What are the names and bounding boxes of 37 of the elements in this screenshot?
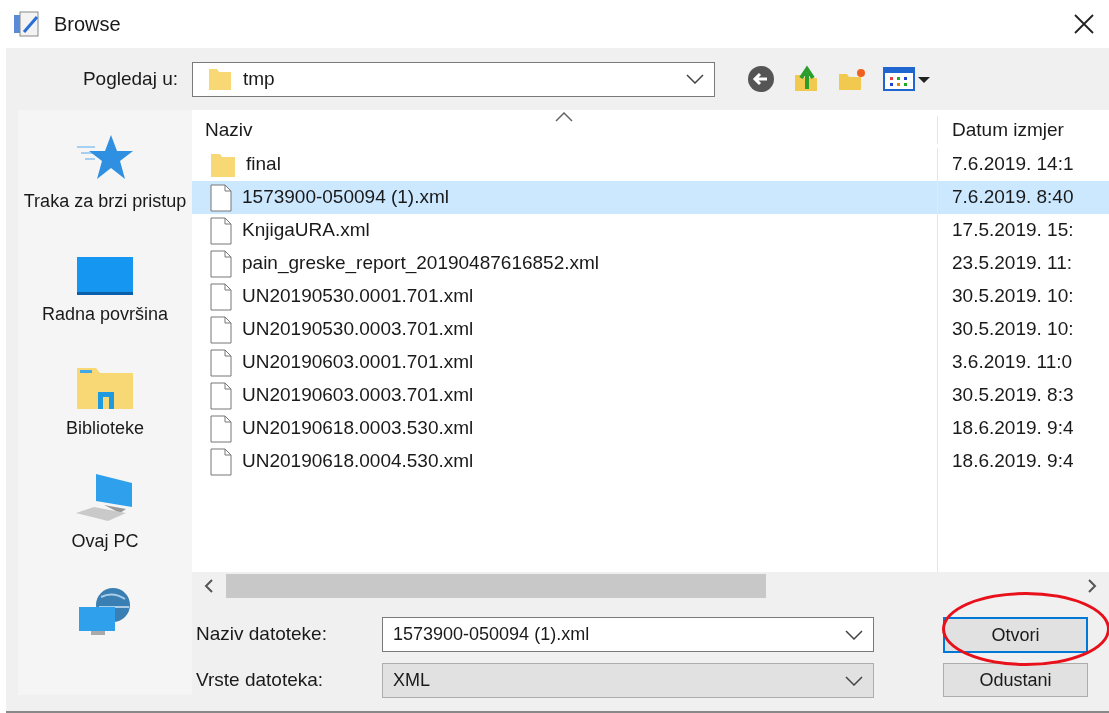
file-icon — [210, 315, 232, 344]
desktop-icon — [76, 256, 134, 297]
new-folder-icon[interactable] — [837, 66, 867, 92]
file-icon — [210, 381, 232, 410]
file-name-field[interactable]: 1573900-050094 (1).xml — [382, 617, 874, 652]
file-type-dropdown[interactable]: XML — [382, 663, 874, 698]
file-type-label: Vrste datoteka: — [195, 668, 325, 693]
column-header[interactable]: Datum izmjer — [937, 115, 1109, 144]
folder-icon — [207, 66, 233, 92]
folder-icon — [210, 151, 236, 178]
look-in-value: tmp — [243, 66, 275, 91]
file-icon — [210, 183, 232, 212]
scroll-right-icon[interactable] — [1087, 578, 1097, 593]
sidebar-item[interactable]: Biblioteke — [18, 354, 192, 469]
scrollbar-thumb[interactable] — [226, 573, 766, 598]
file-icon — [210, 216, 232, 245]
file-icon — [210, 249, 232, 278]
file-name-label: Naziv datoteke: — [195, 622, 328, 647]
window-title: Browse — [54, 12, 121, 37]
sidebar-item[interactable]: Ovaj PC — [18, 468, 192, 582]
look-in-dropdown[interactable]: tmp — [192, 61, 715, 97]
look-in-label: Pogledaj u: — [81, 66, 179, 91]
network-icon — [77, 586, 133, 637]
sidebar-item[interactable]: Radna površina — [18, 241, 192, 355]
dialog-button[interactable]: Otvori — [943, 617, 1088, 653]
scroll-left-icon[interactable] — [204, 578, 214, 593]
file-icon — [210, 282, 232, 311]
view-menu-icon[interactable] — [883, 65, 931, 93]
sidebar-item[interactable]: Traka za brzi pristup — [18, 128, 192, 242]
file-icon — [210, 414, 232, 443]
column-header[interactable]: Naziv — [192, 115, 937, 144]
file-icon — [210, 447, 232, 476]
file-icon — [210, 348, 232, 377]
back-icon[interactable] — [745, 65, 777, 93]
file-row[interactable]: 1573900-050094 (1).xml 7.6.2019. 8:40 — [192, 181, 1109, 214]
close-icon[interactable] — [1073, 13, 1095, 35]
dialog-button[interactable]: Odustani — [943, 663, 1088, 697]
